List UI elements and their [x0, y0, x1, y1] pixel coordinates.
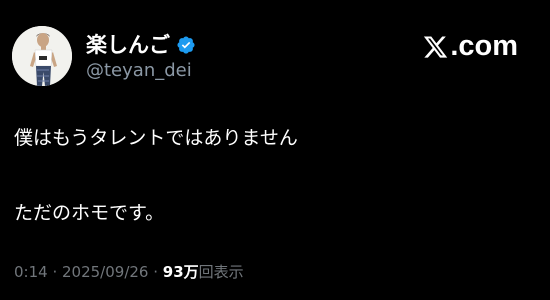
tweet-time[interactable]: 0:14	[14, 263, 48, 281]
avatar[interactable]	[12, 26, 72, 86]
view-count[interactable]: 93万	[163, 263, 199, 281]
tweet-meta: 0:14 · 2025/09/26 · 93万回表示	[14, 262, 244, 282]
x-logo-icon	[424, 35, 448, 58]
avatar-image	[12, 26, 72, 86]
user-handle[interactable]: @teyan_dei	[86, 60, 192, 82]
site-label: .com	[450, 30, 518, 62]
tweet-date[interactable]: 2025/09/26	[62, 263, 148, 281]
tweet-text-line-2: ただのホモです。	[14, 202, 165, 224]
display-name-text: 楽しんご	[86, 33, 170, 57]
tweet-text-line-1: 僕はもうタレントではありません	[14, 127, 298, 149]
verified-badge-icon	[177, 36, 195, 54]
site-branding: .com	[422, 30, 518, 63]
display-name[interactable]: 楽しんご	[86, 32, 196, 58]
tweet-card: 楽しんご @teyan_dei .com 僕はもうタレントではありません ただの…	[0, 0, 550, 300]
meta-separator: ·	[47, 263, 62, 281]
view-count-label: 回表示	[198, 263, 244, 281]
meta-separator: ·	[148, 263, 163, 281]
